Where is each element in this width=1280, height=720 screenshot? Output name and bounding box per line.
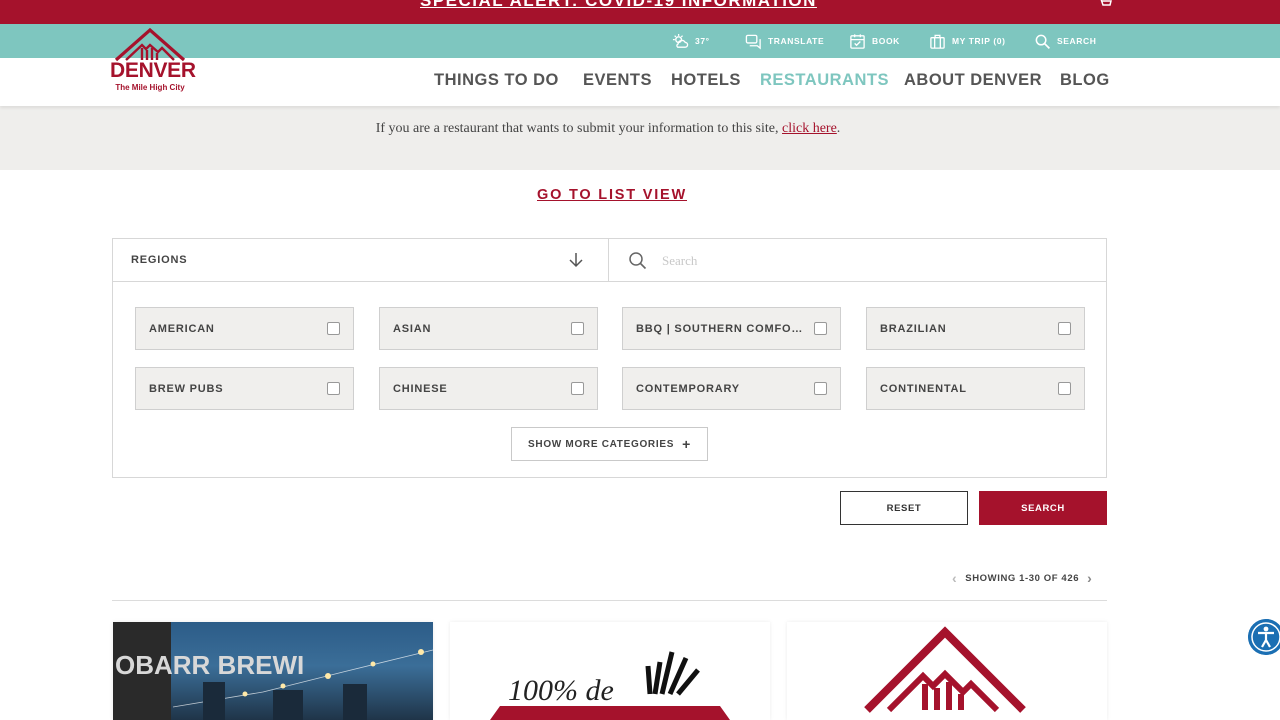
restaurant-card[interactable]: 100% de bbox=[450, 622, 770, 720]
category-bbq-southern-comfort[interactable]: BBQ | SOUTHERN COMFORT FOOD bbox=[622, 307, 841, 350]
suitcase-icon bbox=[930, 34, 945, 49]
weather-widget[interactable]: 37° bbox=[672, 32, 710, 50]
show-more-categories-button[interactable]: SHOW MORE CATEGORIES + bbox=[511, 427, 708, 461]
search-icon bbox=[629, 252, 647, 270]
chat-bubbles-icon bbox=[745, 34, 761, 50]
my-trip-link[interactable]: MY TRIP (0) bbox=[929, 32, 1006, 50]
utility-search-link[interactable]: SEARCH bbox=[1034, 32, 1097, 50]
nav-restaurants[interactable]: RESTAURANTS bbox=[760, 71, 889, 90]
category-label: AMERICAN bbox=[149, 323, 215, 335]
category-continental[interactable]: CONTINENTAL bbox=[866, 367, 1085, 410]
results-count: SHOWING 1-30 OF 426 bbox=[965, 572, 1080, 584]
card-logo-100-de: 100% de bbox=[490, 651, 730, 720]
category-brew-pubs[interactable]: BREW PUBS bbox=[135, 367, 354, 410]
category-contemporary[interactable]: CONTEMPORARY bbox=[622, 367, 841, 410]
pagination: ‹ SHOWING 1-30 OF 426 › bbox=[952, 570, 1092, 586]
filter-panel: REGIONS AMERICAN ASIAN BBQ | SOUTHERN CO… bbox=[112, 238, 1107, 478]
filter-search bbox=[610, 239, 1106, 282]
category-label: BBQ | SOUTHERN COMFORT FOOD bbox=[636, 323, 804, 335]
category-checkbox[interactable] bbox=[571, 322, 584, 335]
book-label: BOOK bbox=[872, 36, 900, 46]
utility-bar: 37° TRANSLATE BOOK MY TRIP (0) SEARCH bbox=[0, 24, 1280, 58]
category-brazilian[interactable]: BRAZILIAN bbox=[866, 307, 1085, 350]
card-logo-text: OBARR BREWI bbox=[115, 650, 304, 680]
notice-suffix: . bbox=[836, 121, 841, 136]
accessibility-icon[interactable] bbox=[1248, 619, 1280, 655]
category-label: BREW PUBS bbox=[149, 383, 224, 395]
go-to-list-view-link[interactable]: GO TO LIST VIEW bbox=[537, 187, 687, 203]
regions-dropdown[interactable]: REGIONS bbox=[113, 239, 609, 282]
book-link[interactable]: BOOK bbox=[849, 32, 900, 50]
category-chinese[interactable]: CHINESE bbox=[379, 367, 598, 410]
nav-blog[interactable]: BLOG bbox=[1060, 71, 1110, 90]
category-checkbox[interactable] bbox=[571, 382, 584, 395]
nav-hotels[interactable]: HOTELS bbox=[671, 71, 741, 90]
search-icon bbox=[1035, 34, 1050, 49]
utility-search-label: SEARCH bbox=[1057, 36, 1097, 46]
chevron-right-icon[interactable]: › bbox=[1087, 570, 1092, 586]
category-label: CHINESE bbox=[393, 383, 448, 395]
category-label: CONTEMPORARY bbox=[636, 383, 740, 395]
translate-link[interactable]: TRANSLATE bbox=[745, 32, 824, 50]
logo-wordmark: DENVER bbox=[110, 59, 196, 82]
covid-alert-link[interactable]: SPECIAL ALERT: COVID-19 INFORMATION bbox=[420, 0, 817, 11]
my-trip-label: MY TRIP (0) bbox=[952, 36, 1006, 46]
nav-about-denver[interactable]: ABOUT DENVER bbox=[904, 71, 1042, 90]
results-divider bbox=[112, 600, 1107, 601]
category-checkbox[interactable] bbox=[1058, 322, 1071, 335]
notice-body: If you are a restaurant that wants to su… bbox=[375, 121, 782, 136]
weather-temp: 37° bbox=[695, 36, 710, 46]
calendar-icon bbox=[850, 33, 865, 49]
category-asian[interactable]: ASIAN bbox=[379, 307, 598, 350]
category-label: BRAZILIAN bbox=[880, 323, 947, 335]
restaurant-card[interactable] bbox=[787, 622, 1107, 720]
click-here-link[interactable]: click here bbox=[782, 121, 837, 136]
card-photo-brewery: OBARR BREWI bbox=[113, 622, 433, 720]
weather-icon bbox=[672, 33, 689, 48]
denver-logo[interactable]: DENVER The Mile High City bbox=[110, 28, 196, 96]
category-checkbox[interactable] bbox=[814, 322, 827, 335]
filter-top-row: REGIONS bbox=[113, 239, 1106, 282]
logo-tagline: The Mile High City bbox=[115, 83, 185, 92]
plus-icon: + bbox=[682, 436, 691, 452]
alert-bar: SPECIAL ALERT: COVID-19 INFORMATION bbox=[0, 0, 1280, 24]
chevron-left-icon[interactable]: ‹ bbox=[952, 570, 957, 586]
card-logo-text: 100% de bbox=[508, 674, 614, 707]
category-american[interactable]: AMERICAN bbox=[135, 307, 354, 350]
mountain-logo-icon bbox=[114, 28, 186, 62]
show-more-label: SHOW MORE CATEGORIES bbox=[528, 438, 675, 450]
category-checkbox[interactable] bbox=[327, 322, 340, 335]
category-checkbox[interactable] bbox=[814, 382, 827, 395]
search-input[interactable] bbox=[662, 249, 1082, 273]
nav-events[interactable]: EVENTS bbox=[583, 71, 652, 90]
cart-icon[interactable] bbox=[1098, 0, 1112, 8]
nav-things-to-do[interactable]: THINGS TO DO bbox=[434, 71, 559, 90]
reset-button[interactable]: RESET bbox=[840, 491, 968, 525]
search-button[interactable]: SEARCH bbox=[979, 491, 1107, 525]
submit-notice: If you are a restaurant that wants to su… bbox=[0, 106, 1280, 170]
notice-text: If you are a restaurant that wants to su… bbox=[0, 121, 1216, 137]
category-label: CONTINENTAL bbox=[880, 383, 967, 395]
translate-label: TRANSLATE bbox=[768, 36, 825, 46]
category-label: ASIAN bbox=[393, 323, 432, 335]
denver-mountain-logo-icon bbox=[864, 626, 1026, 713]
restaurant-card[interactable]: OBARR BREWI bbox=[113, 622, 433, 720]
arrow-down-icon bbox=[569, 253, 583, 268]
category-checkbox[interactable] bbox=[1058, 382, 1071, 395]
regions-label: REGIONS bbox=[131, 254, 188, 266]
category-checkbox[interactable] bbox=[327, 382, 340, 395]
